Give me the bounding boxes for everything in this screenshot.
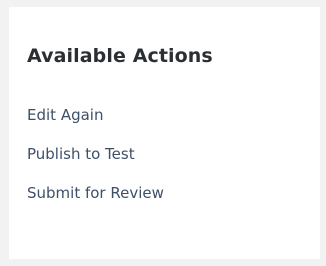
publish-to-test-link[interactable]: Publish to Test — [27, 145, 135, 163]
edit-again-link[interactable]: Edit Again — [27, 106, 103, 124]
panel-title: Available Actions — [27, 45, 213, 67]
submit-for-review-link[interactable]: Submit for Review — [27, 184, 164, 202]
available-actions-panel: Available Actions Edit Again Publish to … — [9, 7, 320, 259]
list-item: Publish to Test — [27, 144, 164, 183]
list-item: Edit Again — [27, 105, 164, 144]
actions-list: Edit Again Publish to Test Submit for Re… — [27, 105, 164, 222]
list-item: Submit for Review — [27, 183, 164, 222]
